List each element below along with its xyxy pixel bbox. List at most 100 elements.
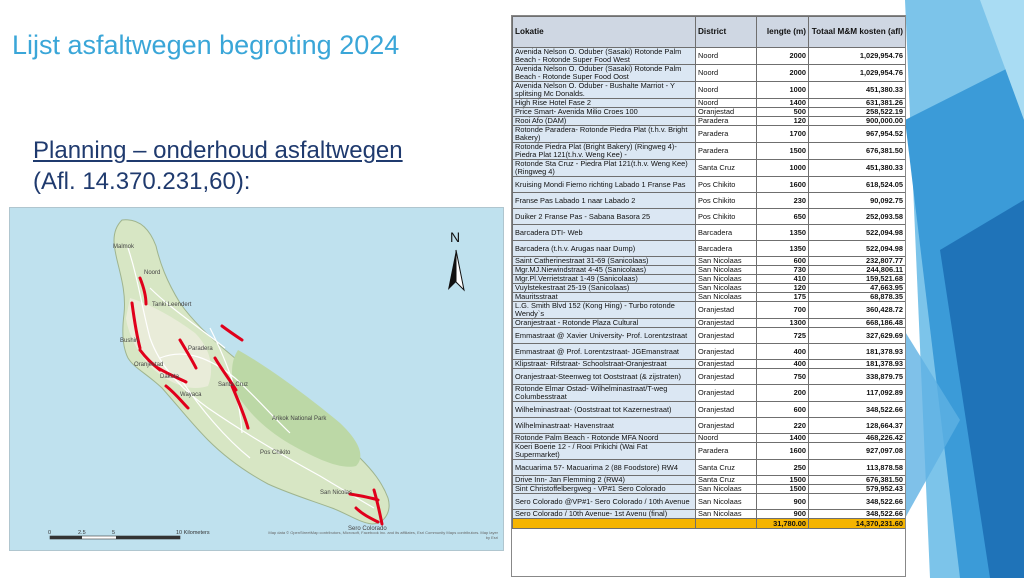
place-label: Pos Chikito bbox=[260, 450, 291, 456]
cell-lengte: 1350 bbox=[756, 240, 809, 257]
cell-lengte: 1500 bbox=[756, 142, 809, 160]
cell-lokatie: Wilhelminastraat- (Ooststraat tot Kazern… bbox=[512, 401, 696, 418]
cell-lengte: 600 bbox=[756, 401, 809, 418]
cell-lokatie: Emmastraat @ Xavier University- Prof. Lo… bbox=[512, 327, 696, 344]
cell-lengte: 600 bbox=[756, 256, 809, 266]
table-body: Avenida Nelson O. Oduber (Sasaki) Rotond… bbox=[512, 47, 905, 529]
cell-district: Barcadera bbox=[695, 240, 757, 257]
table-row: Emmastraat @ Prof. Lorentzstraat- JGEman… bbox=[512, 343, 905, 360]
cell-kosten: 451,380.33 bbox=[808, 81, 905, 99]
cell-lokatie: Avenida Nelson O. Oduber (Sasaki) Rotond… bbox=[512, 64, 696, 82]
cell-district: Oranjestad bbox=[695, 318, 757, 328]
cell-lokatie: Drive Inn- Jan Flemming 2 (RW4) bbox=[512, 475, 696, 485]
table-row: Mgr.MJ.Niewindstraat 4-45 (Sanicolaas) Sa… bbox=[512, 265, 905, 275]
place-label: Santa Cruz bbox=[218, 382, 248, 388]
cell-district: Oranjestad bbox=[695, 359, 757, 369]
cell-lokatie: Mgr.MJ.Niewindstraat 4-45 (Sanicolaas) bbox=[512, 265, 696, 275]
cell-lokatie: Sero Colorado / 10th Avenue- 1st Avenu (… bbox=[512, 509, 696, 519]
cell-lengte: 120 bbox=[756, 116, 809, 126]
cell-district: San Nicolaas bbox=[695, 256, 757, 266]
cell-lengte: 1500 bbox=[756, 484, 809, 494]
cell-kosten: 451,380.33 bbox=[808, 159, 905, 177]
table-row: Rotonde Piedra Plat (Bright Bakery) (Rin… bbox=[512, 142, 905, 160]
cell-lengte: 900 bbox=[756, 493, 809, 510]
place-label: Tanki Leendert bbox=[152, 302, 192, 308]
cell-lokatie: Klipstraat- Rifstraat- Schoolstraat-Oran… bbox=[512, 359, 696, 369]
total-length: 31,780.00 bbox=[756, 518, 809, 529]
cell-kosten: 47,663.95 bbox=[808, 283, 905, 293]
cell-kosten: 232,807.77 bbox=[808, 256, 905, 266]
table-row: Sero Colorado / 10th Avenue- 1st Avenu (… bbox=[512, 509, 905, 519]
cell-lengte: 700 bbox=[756, 301, 809, 319]
table-row: Mgr.Pl.Verrietstraat 1-49 (Sanicolaas) Sa… bbox=[512, 274, 905, 284]
cell-lokatie: Rotonde Piedra Plat (Bright Bakery) (Rin… bbox=[512, 142, 696, 160]
cell-district: Oranjestad bbox=[695, 368, 757, 385]
cell-lengte: 175 bbox=[756, 292, 809, 302]
cell-lokatie: Rooi Afo (DAM) bbox=[512, 116, 696, 126]
table-row: Avenida Nelson O. Oduber (Sasaki) Rotond… bbox=[512, 64, 905, 82]
slide-subtitle: Planning – onderhoud asfaltwegen (Afl. 1… bbox=[33, 135, 403, 197]
cell-kosten: 1,029,954.76 bbox=[808, 47, 905, 65]
cell-lengte: 650 bbox=[756, 208, 809, 225]
map-attribution: Map data © OpenStreetMap contributors, M… bbox=[268, 530, 498, 540]
total-cost: 14,370,231.60 bbox=[808, 518, 905, 529]
cell-lengte: 230 bbox=[756, 192, 809, 209]
cell-lengte: 1400 bbox=[756, 98, 809, 108]
cell-kosten: 338,879.75 bbox=[808, 368, 905, 385]
cell-district: Noord bbox=[695, 47, 757, 65]
table-row: Sint Christoffelbergweg - VP#1 Sero Colo… bbox=[512, 484, 905, 494]
subtitle-line-1: Planning – onderhoud asfaltwegen bbox=[33, 137, 403, 164]
cell-district: San Nicolaas bbox=[695, 292, 757, 302]
cell-kosten: 348,522.66 bbox=[808, 493, 905, 510]
table-row: Barcadera DTI- Web Barcadera 1350 522,094.9… bbox=[512, 224, 905, 241]
svg-text:10 Kilometers: 10 Kilometers bbox=[176, 530, 210, 536]
cell-lokatie: Macuarima 57- Macuarima 2 (88 Foodstore)… bbox=[512, 459, 696, 476]
cell-lengte: 500 bbox=[756, 107, 809, 117]
cell-district: San Nicolaas bbox=[695, 283, 757, 293]
subtitle-line-2: (Afl. 14.370.231,60): bbox=[33, 168, 251, 195]
cell-district: San Nicolaas bbox=[695, 265, 757, 275]
cell-kosten: 252,093.58 bbox=[808, 208, 905, 225]
cell-district: Paradera bbox=[695, 142, 757, 160]
cell-kosten: 676,381.50 bbox=[808, 142, 905, 160]
cell-kosten: 668,186.48 bbox=[808, 318, 905, 328]
cell-kosten: 360,428.72 bbox=[808, 301, 905, 319]
cell-lokatie: Rotonde Elmar Ostad- Wilhelminastraat/T-… bbox=[512, 384, 696, 402]
cell-lengte: 725 bbox=[756, 327, 809, 344]
cell-lokatie: Mauritsstraat bbox=[512, 292, 696, 302]
table-row: Kruising Mondi Fierno richting Labado 1 … bbox=[512, 176, 905, 193]
cell-lengte: 1350 bbox=[756, 224, 809, 241]
table-row: Rotonde Elmar Ostad- Wilhelminastraat/T-… bbox=[512, 384, 905, 402]
svg-text:N: N bbox=[450, 229, 460, 245]
table-row: Vuylstekestraat 25-19 (Sanicolaas) San Ni… bbox=[512, 283, 905, 293]
cell-district: Paradera bbox=[695, 116, 757, 126]
table-row: Duiker 2 Franse Pas - Sabana Basora 25 Po… bbox=[512, 208, 905, 225]
cell-lengte: 730 bbox=[756, 265, 809, 275]
cell-lokatie: Sint Christoffelbergweg - VP#1 Sero Colo… bbox=[512, 484, 696, 494]
table-row: Rotonde Sta Cruz - Piedra Plat 121(t.h.v… bbox=[512, 159, 905, 177]
place-label: Noord bbox=[144, 270, 160, 276]
cell-lengte: 400 bbox=[756, 343, 809, 360]
table-row: Wilhelminastraat- Havenstraat Oranjestad 2… bbox=[512, 417, 905, 434]
cell-district: Oranjestad bbox=[695, 343, 757, 360]
cell-lokatie: Rotonde Paradera- Rotonde Piedra Plat (t… bbox=[512, 125, 696, 143]
cell-kosten: 348,522.66 bbox=[808, 401, 905, 418]
cell-lokatie: High Rise Hotel Fase 2 bbox=[512, 98, 696, 108]
cell-lokatie: Koeri Boerie 12 - / Rooi Prikichi (Wai F… bbox=[512, 442, 696, 460]
cell-kosten: 618,524.05 bbox=[808, 176, 905, 193]
cell-kosten: 244,806.11 bbox=[808, 265, 905, 275]
cell-lengte: 1000 bbox=[756, 159, 809, 177]
place-label: Dakota bbox=[160, 374, 180, 380]
table-row: Emmastraat @ Xavier University- Prof. Lo… bbox=[512, 327, 905, 344]
cell-lokatie: Barcadera (t.h.v. Arugas naar Dump) bbox=[512, 240, 696, 257]
cell-lengte: 2000 bbox=[756, 47, 809, 65]
table-row: Oranjestraat - Rotonde Plaza Cultural Ora… bbox=[512, 318, 905, 328]
place-label: Oranjestad bbox=[134, 362, 163, 368]
cell-lokatie: Rotonde Sta Cruz - Piedra Plat 121(t.h.v… bbox=[512, 159, 696, 177]
table-row: Rotonde Palm Beach - Rotonde MFA Noord No… bbox=[512, 433, 905, 443]
cell-lengte: 400 bbox=[756, 359, 809, 369]
cell-lokatie: Avenida Nelson O. Oduber - Bushalte Marr… bbox=[512, 81, 696, 99]
cell-district: Santa Cruz bbox=[695, 459, 757, 476]
cell-lokatie: Saint Catherinestraat 31-69 (Sanicolaas) bbox=[512, 256, 696, 266]
table-row: Avenida Nelson O. Oduber (Sasaki) Rotond… bbox=[512, 47, 905, 65]
